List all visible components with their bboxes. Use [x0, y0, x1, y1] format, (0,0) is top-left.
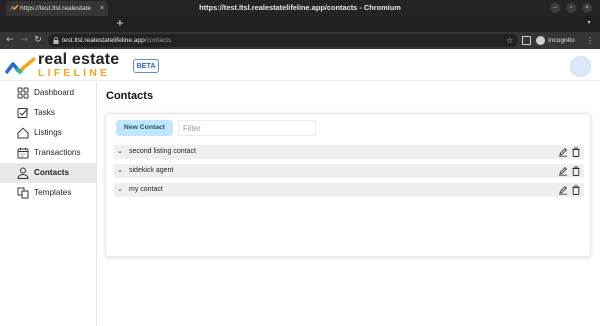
minimize-icon[interactable]: –: [550, 3, 560, 13]
filter-input[interactable]: [178, 120, 316, 136]
list-item[interactable]: ⌄ my contact: [114, 183, 584, 197]
trash-icon[interactable]: [571, 166, 581, 176]
home-icon: [17, 127, 29, 139]
address-bar[interactable]: test.ltsl.realestatelifeline.app/contact…: [48, 34, 518, 47]
web-page: real estate LIFELINE BETA Dashboard Task…: [0, 49, 600, 326]
back-icon[interactable]: ←: [4, 32, 16, 49]
list-item[interactable]: ⌄ second listing contact: [114, 145, 584, 159]
tasks-icon: [17, 108, 29, 118]
window-title: https://test.ltsl.realestatelifeline.app…: [199, 3, 401, 12]
bookmark-star-icon[interactable]: ☆: [506, 34, 513, 47]
app-header: real estate LIFELINE BETA: [0, 49, 600, 81]
incognito-icon[interactable]: [536, 36, 545, 45]
tab-search-icon[interactable]: ▾: [584, 18, 594, 28]
contact-name: my contact: [129, 186, 163, 193]
sidebar-item-dashboard[interactable]: Dashboard: [0, 83, 97, 103]
incognito-label[interactable]: Incognito: [548, 32, 575, 49]
sidebar-item-transactions[interactable]: Transactions: [0, 143, 97, 163]
forward-icon[interactable]: →: [18, 32, 30, 49]
user-icon: [17, 167, 29, 179]
new-contact-button[interactable]: New Contact: [116, 120, 173, 136]
logo-text-bottom[interactable]: LIFELINE: [38, 67, 110, 79]
lock-icon: [53, 37, 59, 44]
edit-icon[interactable]: [558, 166, 568, 176]
templates-icon: [17, 187, 29, 199]
chevron-down-icon[interactable]: ⌄: [117, 164, 123, 178]
kebab-menu-icon[interactable]: ⋮: [586, 32, 594, 49]
contact-name: sidekick agent: [129, 167, 174, 174]
sidebar-item-label: Contacts: [34, 168, 70, 177]
edit-icon[interactable]: [558, 185, 568, 195]
sidebar-item-listings[interactable]: Listings: [0, 123, 97, 143]
sidebar-item-label: Dashboard: [34, 88, 75, 97]
close-window-icon[interactable]: ×: [582, 3, 592, 13]
sidebar: Dashboard Tasks Listings Transactions Co…: [0, 82, 97, 326]
sidebar-item-contacts[interactable]: Contacts: [0, 163, 97, 183]
tab-strip: [0, 16, 600, 32]
browser-window: https://test.ltsl.realestatelifeline.app…: [0, 0, 600, 326]
side-panel-icon[interactable]: [522, 36, 531, 45]
chevron-down-icon[interactable]: ⌄: [117, 183, 123, 197]
list-item[interactable]: ⌄ sidekick agent: [114, 164, 584, 178]
beta-badge: BETA: [133, 59, 159, 73]
new-tab-button[interactable]: +: [114, 16, 126, 32]
maximize-icon[interactable]: ▫: [566, 3, 576, 13]
page-title: Contacts: [106, 90, 154, 102]
url-path: /contacts: [144, 37, 172, 44]
contact-name: second listing contact: [129, 148, 196, 155]
trash-icon[interactable]: [571, 147, 581, 157]
browser-tab[interactable]: https://test.ltsl.realestate ×: [6, 1, 108, 16]
dashboard-icon: [17, 87, 29, 99]
chevron-down-icon[interactable]: ⌄: [117, 145, 123, 159]
tab-title: https://test.ltsl.realestate: [20, 5, 92, 12]
url-text: test.ltsl.realestatelifeline.app/contact…: [62, 34, 171, 47]
calendar-icon: [17, 147, 29, 159]
url-host: test.ltsl.realestatelifeline.app: [62, 37, 145, 44]
contacts-card: New Contact ⌄ second listing contact ⌄ s…: [105, 113, 591, 257]
reload-icon[interactable]: ↻: [32, 32, 44, 49]
sidebar-item-label: Tasks: [34, 108, 55, 117]
sidebar-item-templates[interactable]: Templates: [0, 183, 97, 203]
edit-icon[interactable]: [558, 147, 568, 157]
trash-icon[interactable]: [571, 185, 581, 195]
browser-toolbar: ← → ↻ test.ltsl.realestatelifeline.app/c…: [0, 32, 600, 49]
favicon-icon: [10, 5, 18, 11]
sidebar-item-label: Transactions: [34, 148, 81, 157]
avatar[interactable]: [570, 56, 591, 77]
sidebar-item-label: Templates: [34, 188, 72, 197]
sidebar-item-label: Listings: [34, 128, 62, 137]
sidebar-item-tasks[interactable]: Tasks: [0, 103, 97, 123]
logo-mark-icon[interactable]: [5, 57, 35, 77]
tab-close-icon[interactable]: ×: [100, 1, 104, 16]
